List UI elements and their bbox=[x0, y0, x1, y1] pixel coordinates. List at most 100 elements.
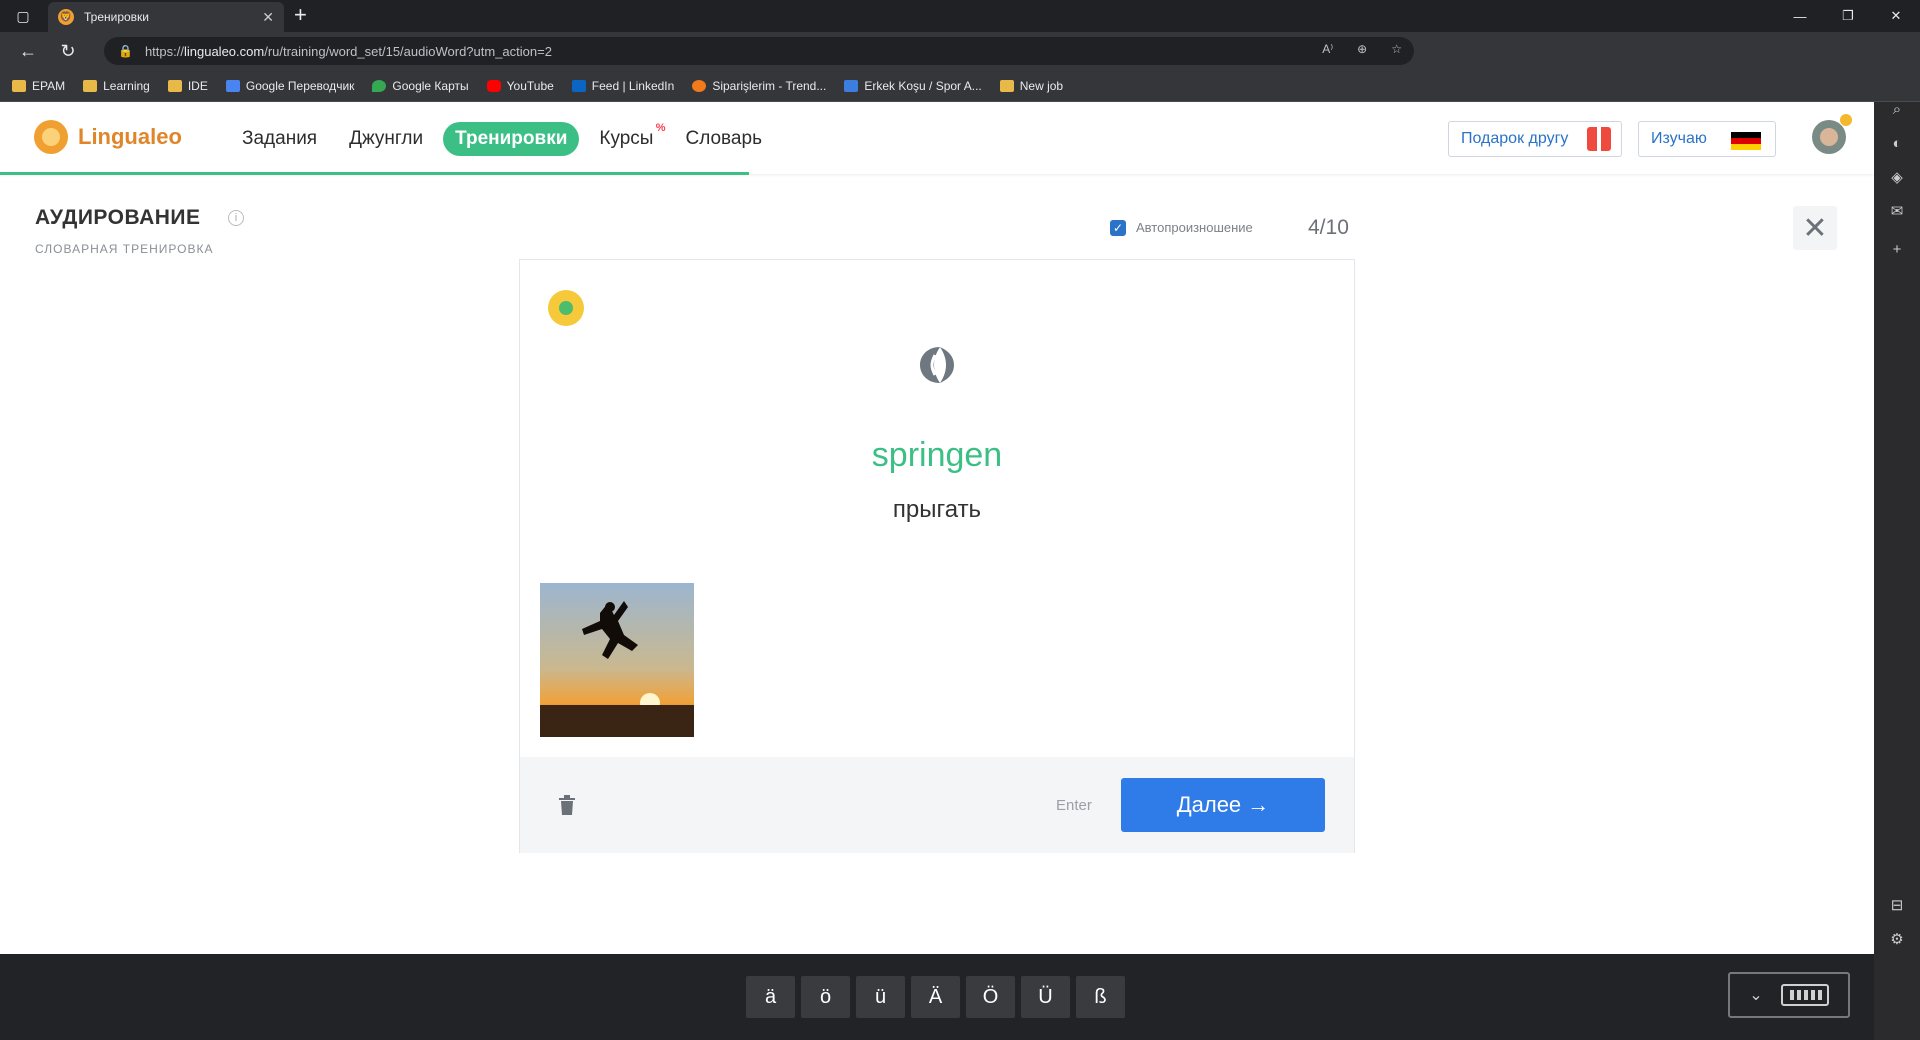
progress-counter: 4/10 bbox=[1308, 216, 1349, 239]
char-key[interactable]: ö bbox=[801, 976, 850, 1018]
chat-icon[interactable]: ◐ bbox=[1886, 132, 1908, 154]
folder-icon bbox=[167, 79, 182, 92]
youtube-icon bbox=[486, 79, 501, 92]
page: Lingualeo Задания Джунгли Тренировки Кур… bbox=[0, 102, 1874, 954]
close-window-icon[interactable]: ✕ bbox=[1872, 0, 1920, 32]
search-icon[interactable]: ⌕ bbox=[1886, 98, 1908, 120]
translate-icon bbox=[225, 79, 240, 92]
bookmark-trendyol[interactable]: Siparişlerim - Trend... bbox=[692, 79, 826, 93]
char-key[interactable]: Ö bbox=[966, 976, 1015, 1018]
lingualeo-favicon-icon: 🦁 bbox=[58, 9, 74, 25]
lock-icon[interactable]: 🔒 bbox=[118, 44, 133, 58]
bookmark-google-translate[interactable]: Google Переводчик bbox=[225, 79, 354, 93]
zoom-icon[interactable]: ⊕ bbox=[1357, 42, 1367, 56]
bookmark-google-maps[interactable]: Google Карты bbox=[372, 79, 469, 93]
paw-icon bbox=[548, 290, 584, 326]
window-controls: — ❐ ✕ bbox=[1776, 0, 1920, 32]
info-icon[interactable]: i bbox=[228, 210, 244, 226]
add-icon[interactable]: + bbox=[1886, 238, 1908, 260]
char-key[interactable]: Ä bbox=[911, 976, 960, 1018]
url-prefix: https:// bbox=[144, 43, 184, 59]
auto-pronounce-label[interactable]: Автопроизношение bbox=[1136, 220, 1253, 235]
lingualeo-logo[interactable]: Lingualeo bbox=[34, 120, 182, 154]
url-host: lingualeo.com bbox=[183, 43, 265, 59]
minimize-icon[interactable]: — bbox=[1776, 0, 1824, 32]
nav-jungle[interactable]: Джунгли bbox=[337, 122, 435, 156]
browser-tab-bar: ▢ 🦁 Тренировки ✕ + — ❐ ✕ bbox=[0, 0, 1920, 32]
discount-badge: % bbox=[655, 122, 666, 134]
training-title: АУДИРОВАНИЕ bbox=[35, 206, 201, 229]
address-bar[interactable]: 🔒 https://lingualeo.com/ru/training/word… bbox=[104, 37, 1414, 65]
delete-word-icon[interactable] bbox=[558, 795, 576, 815]
gift-icon bbox=[1587, 127, 1611, 151]
keyboard-icon bbox=[1780, 984, 1829, 1006]
nav-trainings[interactable]: Тренировки bbox=[443, 122, 580, 156]
folder-icon bbox=[83, 79, 98, 92]
next-button[interactable]: Далее → bbox=[1121, 778, 1325, 832]
char-key[interactable]: Ü bbox=[1021, 976, 1070, 1018]
auto-pronounce-checkbox[interactable]: ✓ bbox=[1110, 220, 1126, 236]
chevron-down-icon: ⌄ bbox=[1749, 987, 1763, 1004]
sound-play-icon[interactable] bbox=[916, 343, 958, 387]
read-aloud-icon[interactable]: A⁾ bbox=[1322, 42, 1333, 56]
learning-language-label: Изучаю bbox=[1651, 130, 1707, 147]
gift-friend-button[interactable]: Подарок другу bbox=[1448, 121, 1622, 157]
outlook-icon[interactable]: ✉ bbox=[1886, 200, 1908, 222]
bookmark-linkedin[interactable]: Feed | LinkedIn bbox=[571, 79, 674, 93]
refresh-icon[interactable]: ↻ bbox=[48, 32, 88, 70]
premium-crown-icon bbox=[1840, 114, 1852, 126]
bookmark-learning[interactable]: Learning bbox=[83, 79, 150, 93]
folder-icon bbox=[999, 79, 1014, 92]
enter-hint: Enter bbox=[1056, 797, 1092, 814]
word-translation: прыгать bbox=[892, 496, 982, 523]
special-chars-bar: ä ö ü Ä Ö Ü ß ⌄ bbox=[0, 954, 1874, 1040]
maps-icon bbox=[372, 79, 387, 92]
browser-sidebar: ⌕ ◐ ◈ ✉ + ⊟ ⚙ bbox=[1874, 101, 1920, 1040]
tab-actions-icon[interactable]: ▢ bbox=[0, 0, 46, 32]
main-nav: Задания Джунгли Тренировки Курсы% Словар… bbox=[230, 122, 774, 156]
card-footer: Enter Далее → bbox=[520, 757, 1354, 853]
folder-icon bbox=[12, 79, 26, 92]
games-icon[interactable]: ◈ bbox=[1886, 166, 1908, 188]
bookmark-decathlon[interactable]: Erkek Koşu / Spor A... bbox=[844, 79, 982, 93]
bookmark-ide[interactable]: IDE bbox=[167, 79, 208, 93]
close-tab-icon[interactable]: ✕ bbox=[262, 9, 274, 26]
word-illustration-image bbox=[540, 583, 694, 737]
keyboard-toggle-button[interactable]: ⌄ bbox=[1728, 972, 1850, 1018]
back-icon[interactable]: ← bbox=[8, 32, 48, 70]
gift-friend-label: Подарок другу bbox=[1461, 130, 1569, 147]
linkedin-icon bbox=[571, 79, 586, 92]
browser-toolbar: ← ↻ 🔒 https://lingualeo.com/ru/training/… bbox=[0, 32, 1920, 92]
char-key[interactable]: ß bbox=[1076, 976, 1125, 1018]
nav-courses[interactable]: Курсы% bbox=[587, 122, 665, 156]
nav-courses-label: Курсы bbox=[599, 128, 654, 149]
bookmark-youtube[interactable]: YouTube bbox=[486, 79, 554, 93]
browser-tab[interactable]: 🦁 Тренировки ✕ bbox=[48, 2, 284, 32]
restore-icon[interactable]: ❐ bbox=[1824, 0, 1872, 32]
tab-title: Тренировки bbox=[84, 10, 150, 24]
settings-icon[interactable]: ⚙ bbox=[1886, 928, 1908, 950]
bookmarks-bar: EPAM Learning IDE Google Переводчик Goog… bbox=[0, 70, 1920, 102]
address-bar-icons: A⁾ ⊕ ☆ bbox=[1322, 42, 1402, 56]
user-avatar[interactable] bbox=[1812, 120, 1846, 154]
sidebar-toggle-icon[interactable]: ⊟ bbox=[1886, 894, 1908, 916]
url-path: /ru/training/word_set/15/audioWord?utm_a… bbox=[264, 43, 552, 59]
german-flag-icon bbox=[1731, 132, 1761, 150]
close-training-button[interactable]: ✕ bbox=[1793, 206, 1837, 250]
word-card: springen прыгать Enter Далее → bbox=[519, 259, 1355, 853]
bookmark-epam[interactable]: EPAM bbox=[12, 79, 65, 93]
char-key[interactable]: ä bbox=[746, 976, 795, 1018]
bookmark-new-job[interactable]: New job bbox=[999, 79, 1063, 93]
nav-dictionary[interactable]: Словарь bbox=[673, 122, 774, 156]
new-tab-icon[interactable]: + bbox=[294, 4, 307, 26]
decathlon-icon bbox=[844, 79, 859, 92]
nav-tasks[interactable]: Задания bbox=[230, 122, 329, 156]
foreign-word: springen bbox=[871, 436, 1003, 474]
favorite-add-icon[interactable]: ☆ bbox=[1391, 42, 1402, 56]
learning-language-button[interactable]: Изучаю bbox=[1638, 121, 1776, 157]
site-header: Lingualeo Задания Джунгли Тренировки Кур… bbox=[0, 102, 1874, 175]
trendyol-icon bbox=[692, 79, 707, 92]
logo-text: Lingualeo bbox=[78, 124, 182, 149]
special-chars: ä ö ü Ä Ö Ü ß bbox=[746, 976, 1125, 1018]
char-key[interactable]: ü bbox=[856, 976, 905, 1018]
